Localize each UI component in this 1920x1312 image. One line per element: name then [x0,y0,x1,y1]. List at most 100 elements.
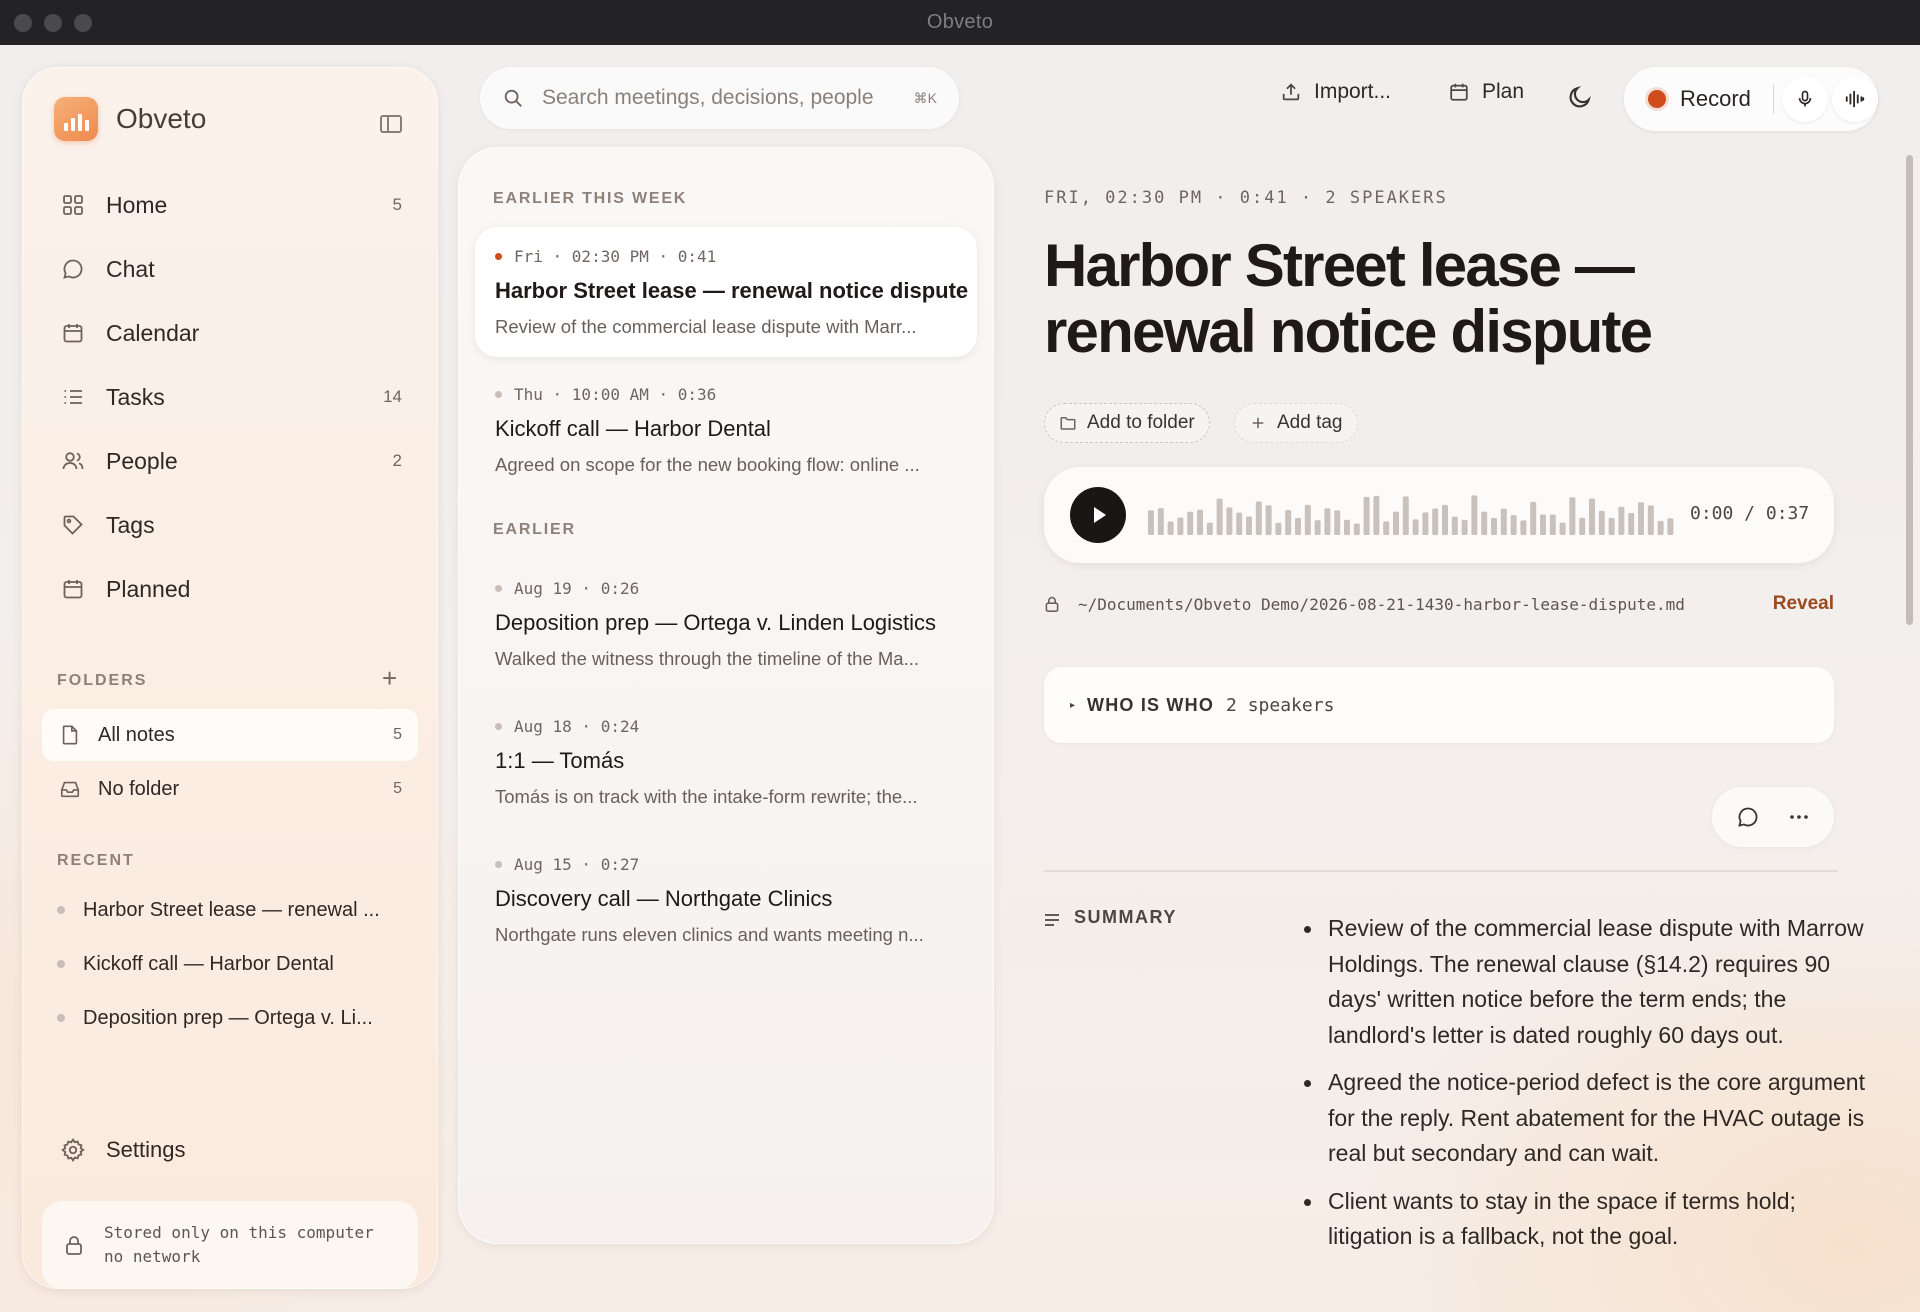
add-to-folder-button[interactable]: Add to folder [1044,403,1210,443]
recent-item[interactable]: Deposition prep — Ortega v. Li... [57,991,417,1045]
folder-item-all-notes[interactable]: All notes 5 [42,709,418,761]
waveform-bar [1628,512,1635,535]
nav-label: Planned [106,575,191,602]
note-detail-title: Harbor Street lease — renewal notice dis… [1044,232,1653,365]
search-input[interactable] [542,86,902,110]
reveal-link[interactable]: Reveal [1773,593,1834,615]
nav-item-chat[interactable]: Chat [40,237,420,301]
main-nav: Home 5 Chat Calendar Tasks 14 People 2 T… [40,173,420,621]
note-card[interactable]: Thu · 10:00 AM · 0:36 Kickoff call — Har… [475,365,977,495]
waveform-bar [1383,521,1390,535]
waveform-bar [1432,508,1439,535]
note-card[interactable]: Aug 19 · 0:26 Deposition prep — Ortega v… [475,559,977,689]
player-time: 0:00 / 0:37 [1690,503,1810,524]
waveform-bar [1246,516,1252,535]
waveform-bar [1598,510,1605,535]
comment-icon[interactable] [1736,805,1760,829]
play-button[interactable] [1070,487,1126,543]
waveform-bar [1295,517,1301,535]
waveform[interactable] [1148,491,1678,539]
note-meta: Thu · 10:00 AM · 0:36 [495,385,977,404]
waveform-bar [1647,505,1654,535]
sidebar: Obveto Home 5 Chat Calendar Tasks 14 Peo… [22,67,438,1289]
waveform-bar [1216,498,1223,535]
audio-player: 0:00 / 0:37 [1044,467,1834,563]
scrollbar[interactable] [1906,155,1913,625]
nav-item-home[interactable]: Home 5 [40,173,420,237]
note-card[interactable]: Fri · 02:30 PM · 0:41 Harbor Street leas… [475,227,977,357]
nav-item-tasks[interactable]: Tasks 14 [40,365,420,429]
note-card[interactable]: Aug 15 · 0:27 Discovery call — Northgate… [475,835,977,965]
summary-item: Client wants to stay in the space if ter… [1304,1184,1868,1255]
nav-item-tags[interactable]: Tags [40,493,420,557]
who-is-who-toggle[interactable]: ▸ WHO IS WHO 2 speakers [1044,667,1834,743]
nav-item-planned[interactable]: Planned [40,557,420,621]
bullet-icon [57,960,65,968]
waveform-bar [1608,517,1615,535]
more-icon[interactable] [1787,805,1811,829]
folder-item-no-folder[interactable]: No folder 5 [42,763,418,815]
close-window-button[interactable] [14,14,32,32]
waveform-bar [1559,522,1566,535]
bullet-icon [495,391,502,398]
waveform-bar [1334,510,1341,535]
app-window: Obveto Home 5 Chat Calendar Tasks 14 Peo… [0,45,1920,1312]
note-card[interactable]: Aug 18 · 0:24 1:1 — Tomás Tomás is on tr… [475,697,977,827]
note-title: 1:1 — Tomás [495,748,625,773]
waveform-bar [1491,518,1497,535]
notes-list-panel: EARLIER THIS WEEK Fri · 02:30 PM · 0:41 … [458,147,994,1244]
file-path-row: ~/Documents/Obveto Demo/2026-08-21-1430-… [1044,593,1834,615]
add-folder-icon[interactable]: + [382,665,397,691]
bullet-icon [57,906,65,914]
waveform-bar [1314,520,1321,535]
minimize-window-button[interactable] [44,14,62,32]
recent-item[interactable]: Harbor Street lease — renewal ... [57,883,417,937]
waveform-bar [1304,504,1311,535]
note-title: Harbor Street lease — renewal notice dis… [495,278,969,303]
note-meta: Aug 15 · 0:27 [495,855,977,874]
waveform-bar [1197,509,1203,535]
shortcut-hint: ⌘K [913,89,937,106]
waveform-bar [1481,511,1488,535]
calendar-icon [60,320,86,346]
summary-heading-label: SUMMARY [1074,907,1177,927]
nav-count: 14 [383,387,402,406]
sidebar-toggle-icon[interactable] [380,115,402,133]
waveform-bar [1373,495,1380,535]
add-tag-label: Add tag [1277,412,1343,433]
waveform-bar [1148,510,1154,535]
nav-item-calendar[interactable]: Calendar [40,301,420,365]
waveform-bar [1265,505,1272,535]
zoom-window-button[interactable] [74,14,92,32]
waveform-bar [1618,506,1625,535]
nav-label: Tasks [106,383,165,410]
lines-icon [1044,911,1060,926]
nav-label: Chat [106,255,155,282]
recent-item[interactable]: Kickoff call — Harbor Dental [57,937,417,991]
brand-name: Obveto [116,103,207,134]
nav-count: 2 [392,451,402,470]
summary-list: Review of the commercial lease dispute w… [1304,911,1868,1267]
settings-button[interactable]: Settings [38,1137,186,1163]
waveform-bar [1540,514,1546,535]
bullet-icon [495,723,502,730]
note-meta-text: Aug 18 · 0:24 [514,717,640,736]
waveform-bar [1667,518,1674,535]
file-path: ~/Documents/Obveto Demo/2026-08-21-1430-… [1078,594,1685,614]
waveform-bar [1638,502,1644,535]
folder-label: No folder [98,777,180,800]
folder-label: All notes [98,723,175,746]
nav-item-people[interactable]: People 2 [40,429,420,493]
add-tag-button[interactable]: Add tag [1234,403,1358,443]
summary-heading: SUMMARY [1044,907,1177,928]
search-bar[interactable]: ⌘K [480,67,959,129]
waveform-bar [1206,522,1213,535]
waveform-bar [1402,496,1409,535]
document-icon [58,723,82,747]
note-meta: Aug 19 · 0:26 [495,579,977,598]
privacy-line: no network [104,1247,201,1266]
waveform-bar [1285,510,1292,535]
section-divider [1044,870,1838,872]
waveform-bar [1530,501,1537,535]
bullet-icon [495,861,502,868]
